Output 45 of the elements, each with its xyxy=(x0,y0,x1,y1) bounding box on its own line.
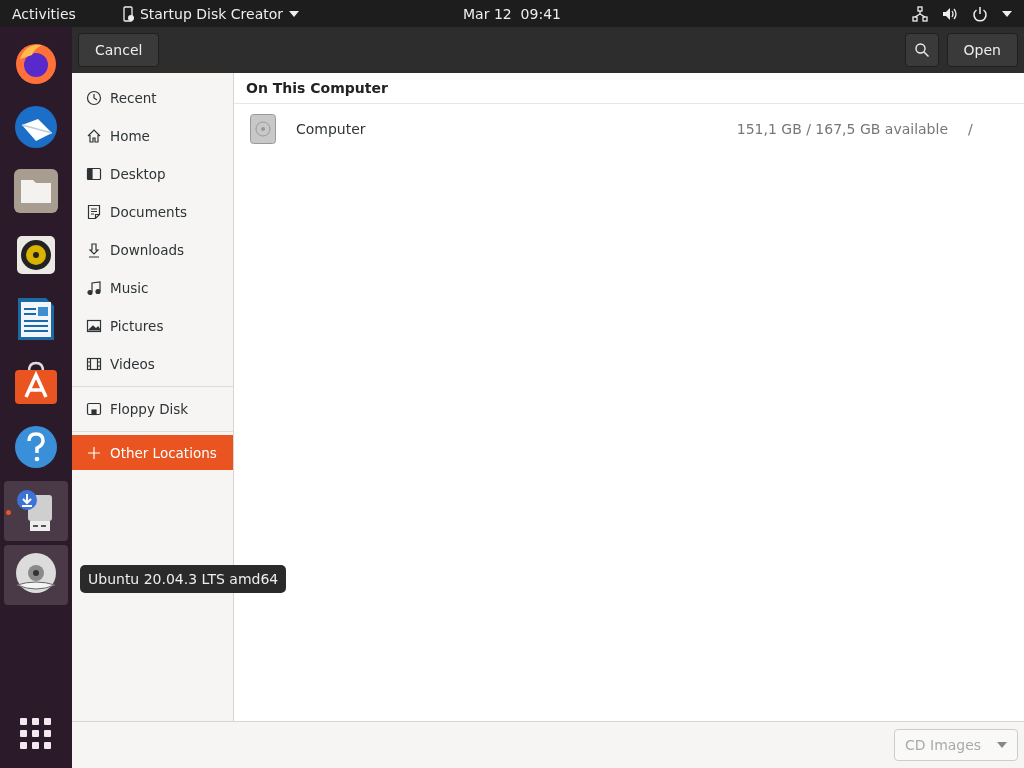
music-note-icon xyxy=(86,280,102,296)
drive-icon xyxy=(86,401,102,417)
location-row[interactable]: Computer 151,1 GB / 167,5 GB available / xyxy=(234,104,1024,154)
clock[interactable]: Mar 12 09:41 xyxy=(463,5,561,22)
usb-drive-icon xyxy=(121,5,134,22)
network-icon[interactable] xyxy=(912,5,928,22)
house-icon xyxy=(86,128,102,144)
activities-button[interactable]: Activities xyxy=(12,5,76,22)
plus-icon xyxy=(86,444,102,461)
sidebar-item[interactable]: Desktop xyxy=(72,155,233,193)
clock-icon xyxy=(86,90,102,106)
desktop-icon xyxy=(86,166,102,182)
search-icon xyxy=(913,42,930,58)
sidebar-item[interactable]: Recent xyxy=(72,79,233,117)
sidebar-item[interactable]: Floppy Disk xyxy=(72,390,233,428)
download-icon xyxy=(86,242,102,258)
sidebar-item[interactable]: Documents xyxy=(72,193,233,231)
film-icon xyxy=(86,356,102,372)
cancel-button[interactable]: Cancel xyxy=(78,33,160,67)
section-heading: On This Computer xyxy=(234,73,1024,104)
search-button[interactable] xyxy=(904,33,939,67)
sidebar-item[interactable]: Other Locations xyxy=(72,435,233,470)
open-button[interactable]: Open xyxy=(946,33,1018,67)
document-icon xyxy=(16,296,56,342)
sidebar-item[interactable]: Pictures xyxy=(72,307,233,345)
app-grid-icon[interactable] xyxy=(20,718,52,750)
caret-icon[interactable] xyxy=(1002,10,1012,17)
running-indicator xyxy=(6,510,11,515)
sidebar-item[interactable]: Videos xyxy=(72,345,233,383)
shopping-bag-icon xyxy=(14,361,58,405)
sidebar-item[interactable]: Home xyxy=(72,117,233,155)
sidebar-item[interactable]: Music xyxy=(72,269,233,307)
folder-icon xyxy=(13,168,59,214)
caret-icon xyxy=(997,742,1007,748)
hard-drive-icon xyxy=(250,114,276,144)
picture-icon xyxy=(86,318,102,334)
document-icon xyxy=(86,204,102,220)
tooltip: Ubuntu 20.04.3 LTS amd64 xyxy=(80,565,287,593)
mail-bird-icon xyxy=(12,103,60,151)
caret-icon xyxy=(289,10,300,17)
app-menu[interactable]: Startup Disk Creator xyxy=(139,5,284,22)
sidebar-item[interactable]: Downloads xyxy=(72,231,233,269)
speaker-icon xyxy=(16,235,56,275)
help-icon xyxy=(14,425,58,469)
power-icon[interactable] xyxy=(972,5,988,22)
